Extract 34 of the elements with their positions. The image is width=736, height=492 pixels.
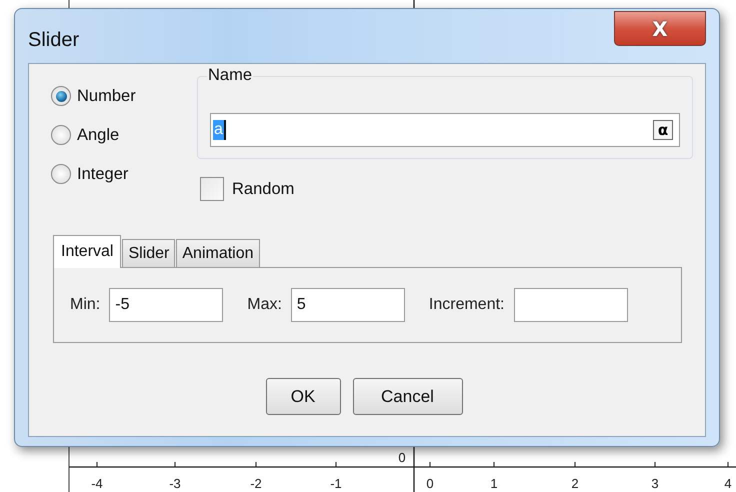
axis-label: 3 xyxy=(651,476,659,491)
radio-label: Angle xyxy=(77,126,120,144)
close-button[interactable]: X xyxy=(614,11,706,46)
window-title: Slider xyxy=(28,29,80,52)
radio-option[interactable]: Angle xyxy=(51,125,197,145)
axis-label: -2 xyxy=(250,476,262,491)
radio-label: Integer xyxy=(77,164,128,184)
input-field[interactable]: -5 xyxy=(109,288,224,322)
axis-label: 1 xyxy=(490,476,498,491)
axis-label: 2 xyxy=(571,476,579,491)
tab[interactable]: Interval xyxy=(53,235,122,268)
axis-label: 0 xyxy=(398,450,406,465)
tab[interactable]: Animation xyxy=(176,239,260,267)
checkbox-label: Random xyxy=(232,180,294,198)
input-field[interactable] xyxy=(514,288,628,322)
radio-option[interactable]: Integer xyxy=(51,164,197,184)
cancel-button[interactable]: Cancel xyxy=(352,378,462,415)
field-label: Increment: xyxy=(428,296,504,314)
input-field[interactable]: 5 xyxy=(290,288,405,322)
axis-label: -4 xyxy=(91,476,103,491)
axis-label: -3 xyxy=(169,476,181,491)
ok-button[interactable]: OK xyxy=(266,378,340,415)
field-value: a xyxy=(213,120,226,140)
name-field[interactable]: a α xyxy=(210,113,680,147)
symbol-button[interactable]: α xyxy=(653,120,673,140)
tab[interactable]: Slider xyxy=(122,239,176,267)
radio-label: Number xyxy=(77,86,136,106)
random-checkbox[interactable]: Random xyxy=(200,177,693,201)
radio-option[interactable]: Number xyxy=(51,86,197,106)
axis-label: 0 xyxy=(426,476,434,491)
field-label: Max: xyxy=(247,296,282,314)
field-label: Min: xyxy=(70,296,100,314)
axis-label: -1 xyxy=(330,476,342,491)
axis-label: 4 xyxy=(724,476,732,491)
